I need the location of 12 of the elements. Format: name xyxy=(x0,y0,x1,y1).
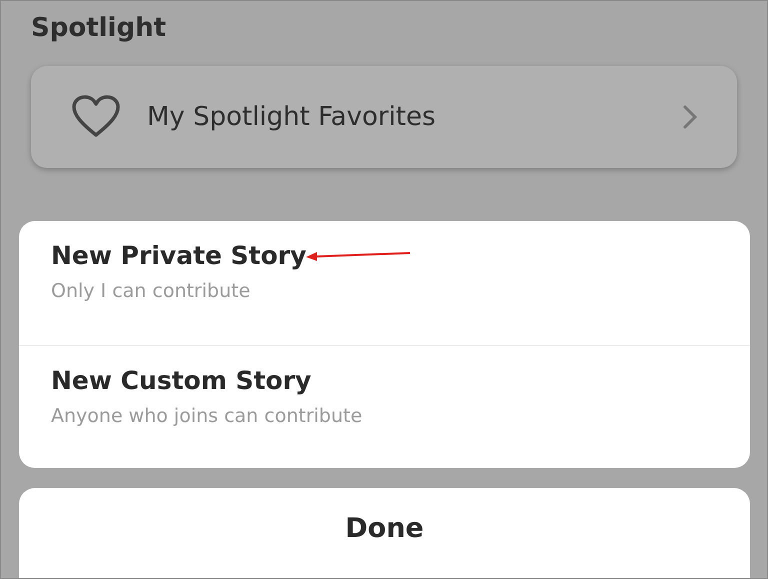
option-subtitle: Anyone who joins can contribute xyxy=(51,405,364,427)
chevron-right-icon xyxy=(683,105,697,129)
heart-icon xyxy=(71,95,121,139)
option-title: New Private Story xyxy=(51,241,306,270)
favorites-label: My Spotlight Favorites xyxy=(147,102,437,132)
section-title: Spotlight xyxy=(30,12,168,45)
favorites-row[interactable]: My Spotlight Favorites xyxy=(31,66,737,168)
option-subtitle: Only I can contribute xyxy=(51,280,252,302)
story-option[interactable]: New Private Story Only I can contribute xyxy=(19,221,750,345)
option-title: New Custom Story xyxy=(51,366,312,395)
story-option[interactable]: New Custom Story Anyone who joins can contribute xyxy=(19,345,750,468)
done-button[interactable]: Done xyxy=(19,488,750,578)
